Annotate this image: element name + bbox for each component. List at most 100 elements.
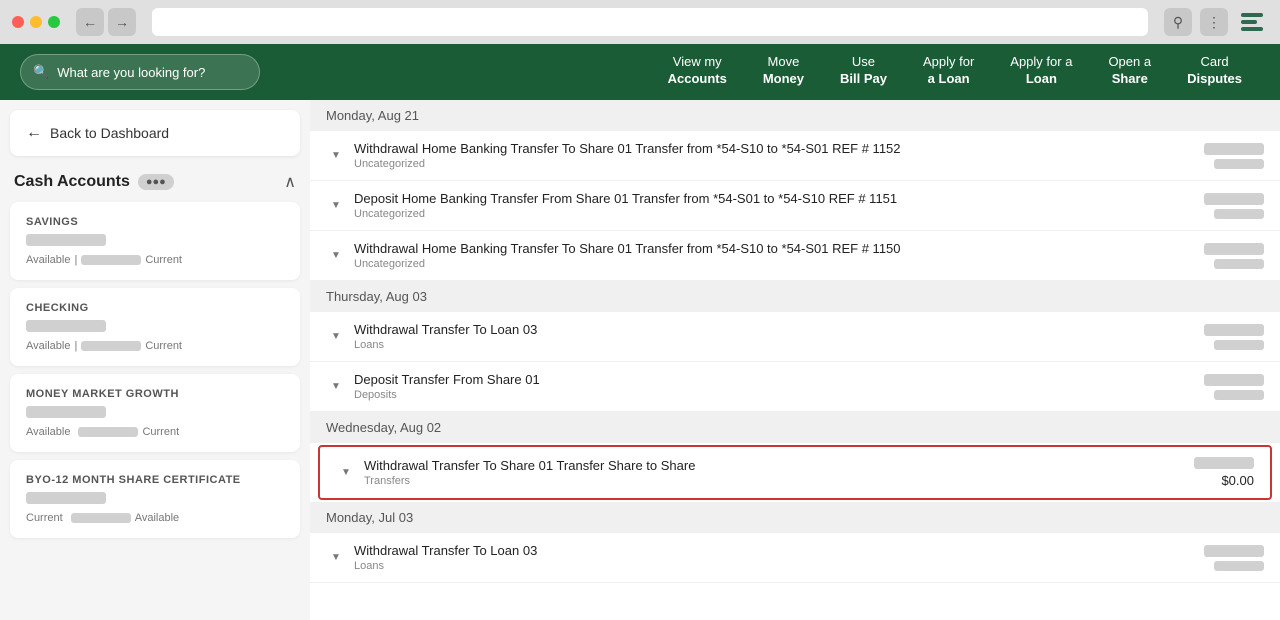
cash-accounts-section-header: Cash Accounts ●●● ∧ [10,172,300,192]
tx-desc: Withdrawal Transfer To Loan 03 [354,322,1176,337]
nav-open-share-line2: Share [1112,71,1148,88]
close-button[interactable] [12,16,24,28]
expand-icon[interactable]: ▼ [326,327,346,347]
share-cert-account-number [26,492,106,504]
tx-amounts [1184,545,1264,571]
cash-accounts-badge: ●●● [138,174,174,190]
nav-apply-loan-line2: a Loan [928,71,970,88]
nav-apply-loan2-line2: Loan [1026,71,1057,88]
tx-amount-sub-blurred [1214,159,1264,169]
tx-amount-blurred [1204,324,1264,336]
share-cert-current-label: Current [26,512,63,524]
transaction-row[interactable]: ▼ Withdrawal Transfer To Loan 03 Loans [310,533,1280,583]
tx-details: Withdrawal Transfer To Loan 03 Loans [346,543,1184,572]
tx-amount-sub-blurred [1214,259,1264,269]
expand-icon[interactable]: ▼ [326,196,346,216]
tx-amount-sub-blurred [1214,561,1264,571]
highlighted-transaction-row[interactable]: ▼ Withdrawal Transfer To Share 01 Transf… [318,445,1272,500]
cash-accounts-title: Cash Accounts [14,173,130,191]
transaction-row[interactable]: ▼ Withdrawal Home Banking Transfer To Sh… [310,131,1280,181]
tx-amounts [1184,243,1264,269]
date-header-aug21: Monday, Aug 21 [310,100,1280,131]
back-arrow-icon: ← [26,124,42,142]
tx-category: Uncategorized [354,158,1176,170]
expand-icon[interactable]: ▼ [326,146,346,166]
tx-amount-sub-blurred [1214,340,1264,350]
checking-available-label: Available [26,340,70,352]
expand-icon[interactable]: ▼ [326,377,346,397]
back-to-dashboard-label: Back to Dashboard [50,125,169,141]
sidebar: ← Back to Dashboard Cash Accounts ●●● ∧ … [0,100,310,620]
nav-bar: 🔍 What are you looking for? View my Acco… [0,44,1280,100]
tx-category: Deposits [354,389,1176,401]
checking-account-type: CHECKING [26,302,284,314]
forward-browser-button[interactable]: → [108,8,136,36]
share-cert-account-type: BYO-12 MONTH SHARE CERTIFICATE [26,474,284,486]
transaction-row[interactable]: ▼ Withdrawal Transfer To Loan 03 Loans [310,312,1280,362]
share-cert-available-label: Available [135,512,179,524]
expand-icon[interactable]: ▼ [336,463,356,483]
chevron-up-icon[interactable]: ∧ [284,172,296,192]
date-header-aug02: Wednesday, Aug 02 [310,412,1280,443]
tx-desc: Withdrawal Transfer To Share 01 Transfer… [364,458,1166,473]
nav-card-disputes-line2: Disputes [1187,71,1242,88]
tx-details: Withdrawal Transfer To Share 01 Transfer… [356,458,1174,487]
transaction-row[interactable]: ▼ Withdrawal Home Banking Transfer To Sh… [310,231,1280,281]
nav-open-share[interactable]: Open a Share [1090,44,1169,100]
nav-card-disputes[interactable]: Card Disputes [1169,44,1260,100]
savings-account-number [26,234,106,246]
checking-account-meta: Available | Current [26,340,284,352]
tx-desc: Withdrawal Transfer To Loan 03 [354,543,1176,558]
nav-apply-loan-line1: Apply for [923,54,974,71]
tx-category: Uncategorized [354,208,1176,220]
tx-desc: Withdrawal Home Banking Transfer To Shar… [354,241,1176,256]
tx-amount-actual: $0.00 [1174,473,1254,488]
nav-apply-loan[interactable]: Apply for a Loan [905,44,992,100]
back-to-dashboard-button[interactable]: ← Back to Dashboard [10,110,300,156]
share-cert-current-amount [71,513,131,523]
menu-toolbar-icon[interactable]: ⋮ [1200,8,1228,36]
expand-icon[interactable]: ▼ [326,246,346,266]
url-bar[interactable] [152,8,1148,36]
search-toolbar-icon[interactable]: ⚲ [1164,8,1192,36]
savings-account-card[interactable]: SAVINGS Available | Current [10,202,300,280]
savings-available-label: Available [26,254,70,266]
nav-bill-pay-line1: Use [852,54,875,71]
tx-desc: Deposit Home Banking Transfer From Share… [354,191,1176,206]
back-browser-button[interactable]: ← [76,8,104,36]
title-bar: ← → ⚲ ⋮ [0,0,1280,44]
nav-card-disputes-line1: Card [1200,54,1228,71]
transactions-list: Monday, Aug 21 ▼ Withdrawal Home Banking… [310,100,1280,583]
fullscreen-button[interactable] [48,16,60,28]
search-box[interactable]: 🔍 What are you looking for? [20,54,260,90]
date-header-aug03: Thursday, Aug 03 [310,281,1280,312]
search-icon: 🔍 [33,64,49,80]
money-market-account-card[interactable]: MONEY MARKET GROWTH Available Current [10,374,300,452]
transaction-row[interactable]: ▼ Deposit Home Banking Transfer From Sha… [310,181,1280,231]
date-header-jul03: Monday, Jul 03 [310,502,1280,533]
separator: | [74,254,77,266]
money-market-current-label: Current [142,426,179,438]
main-layout: ← Back to Dashboard Cash Accounts ●●● ∧ … [0,100,1280,620]
checking-account-card[interactable]: CHECKING Available | Current [10,288,300,366]
nav-move-money[interactable]: Move Money [745,44,822,100]
tx-details: Withdrawal Home Banking Transfer To Shar… [346,241,1184,270]
browser-nav-buttons: ← → [76,8,136,36]
nav-apply-loan2[interactable]: Apply for a Loan [992,44,1090,100]
tx-category: Loans [354,339,1176,351]
transaction-row[interactable]: ▼ Deposit Transfer From Share 01 Deposit… [310,362,1280,412]
savings-available-amount [81,255,141,265]
money-market-account-type: MONEY MARKET GROWTH [26,388,284,400]
tx-amount-blurred [1204,374,1264,386]
traffic-lights [12,16,60,28]
checking-available-amount [81,341,141,351]
tx-amount-blurred [1204,243,1264,255]
nav-bill-pay[interactable]: Use Bill Pay [822,44,905,100]
money-market-account-meta: Available Current [26,426,284,438]
money-market-account-number [26,406,106,418]
nav-view-accounts[interactable]: View my Accounts [650,44,745,100]
share-cert-account-card[interactable]: BYO-12 MONTH SHARE CERTIFICATE Current A… [10,460,300,538]
minimize-button[interactable] [30,16,42,28]
expand-icon[interactable]: ▼ [326,548,346,568]
tx-amount-sub-blurred [1214,390,1264,400]
